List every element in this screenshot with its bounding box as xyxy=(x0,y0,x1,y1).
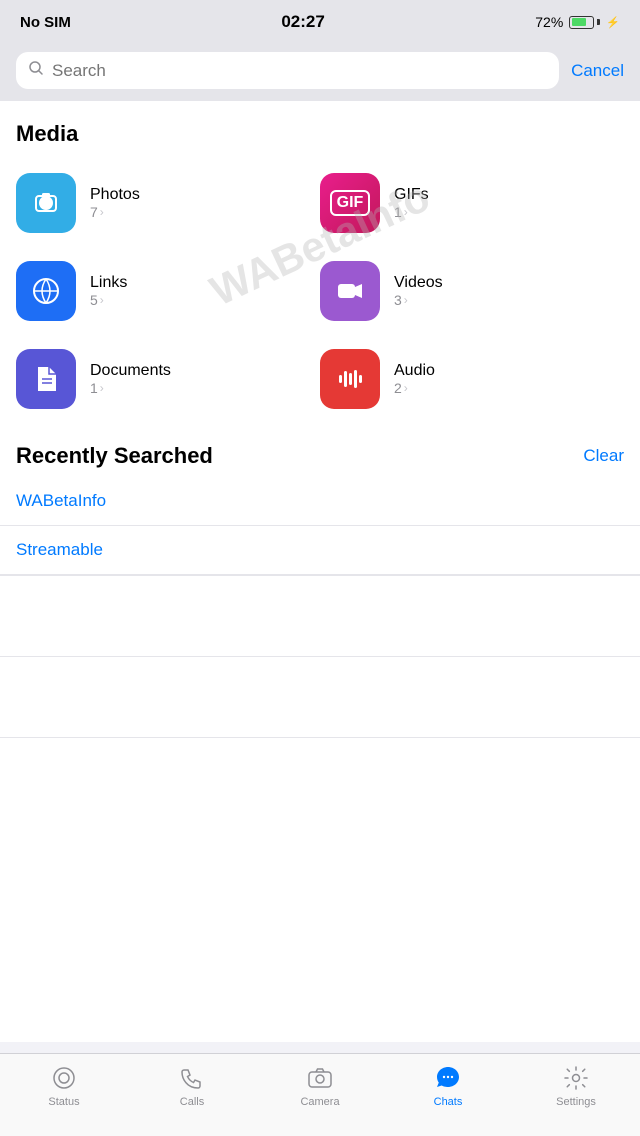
settings-tab-icon xyxy=(562,1064,590,1092)
time-label: 02:27 xyxy=(281,12,324,32)
links-icon xyxy=(16,261,76,321)
tab-item-calls[interactable]: Calls xyxy=(128,1064,256,1108)
main-content: WABetaInfo Media Photos 7 › GIF GIFs 1 › xyxy=(0,101,640,1042)
recent-search-streamable[interactable]: Streamable xyxy=(0,526,640,575)
media-item-videos[interactable]: Videos 3 › xyxy=(320,247,624,335)
search-input[interactable] xyxy=(52,61,547,81)
gifs-label: GIFs xyxy=(394,186,429,204)
chats-tab-icon xyxy=(434,1064,462,1092)
documents-info: Documents 1 › xyxy=(90,362,171,396)
calls-tab-icon xyxy=(178,1064,206,1092)
cancel-button[interactable]: Cancel xyxy=(571,61,624,81)
audio-info: Audio 2 › xyxy=(394,362,435,396)
divider-3 xyxy=(0,737,640,738)
videos-count: 3 › xyxy=(394,292,443,308)
search-bar-container: Cancel xyxy=(0,44,640,101)
audio-label: Audio xyxy=(394,362,435,380)
battery-percent: 72% xyxy=(535,14,563,30)
camera-tab-label: Camera xyxy=(300,1096,339,1108)
links-label: Links xyxy=(90,274,127,292)
media-grid: Photos 7 › GIF GIFs 1 › Links 5 › xyxy=(0,159,640,423)
links-count: 5 › xyxy=(90,292,127,308)
charging-bolt-icon: ⚡ xyxy=(606,16,620,29)
recent-search-wabetainfo[interactable]: WABetaInfo xyxy=(0,477,640,526)
search-input-wrapper[interactable] xyxy=(16,52,559,89)
camera-tab-icon xyxy=(306,1064,334,1092)
clear-button[interactable]: Clear xyxy=(583,446,624,466)
tab-item-chats[interactable]: Chats xyxy=(384,1064,512,1108)
photos-info: Photos 7 › xyxy=(90,186,140,220)
gifs-icon: GIF xyxy=(320,173,380,233)
status-tab-icon xyxy=(50,1064,78,1092)
empty-space-2 xyxy=(0,657,640,737)
status-tab-label: Status xyxy=(48,1096,79,1108)
status-bar: No SIM 02:27 72% ⚡ xyxy=(0,0,640,44)
documents-label: Documents xyxy=(90,362,171,380)
media-item-audio[interactable]: Audio 2 › xyxy=(320,335,624,423)
gifs-count: 1 › xyxy=(394,204,429,220)
calls-tab-label: Calls xyxy=(180,1096,204,1108)
audio-icon xyxy=(320,349,380,409)
photos-icon xyxy=(16,173,76,233)
recently-searched-title: Recently Searched xyxy=(16,443,213,469)
media-item-gifs[interactable]: GIF GIFs 1 › xyxy=(320,159,624,247)
tab-bar: Status Calls Camera Chats Setting xyxy=(0,1053,640,1136)
photos-count: 7 › xyxy=(90,204,140,220)
videos-label: Videos xyxy=(394,274,443,292)
empty-space-1 xyxy=(0,576,640,656)
media-item-documents[interactable]: Documents 1 › xyxy=(16,335,320,423)
videos-info: Videos 3 › xyxy=(394,274,443,308)
status-right: 72% ⚡ xyxy=(535,14,620,30)
media-item-links[interactable]: Links 5 › xyxy=(16,247,320,335)
documents-count: 1 › xyxy=(90,380,171,396)
search-icon xyxy=(28,60,44,81)
documents-icon xyxy=(16,349,76,409)
media-section-title: Media xyxy=(0,101,640,159)
settings-tab-label: Settings xyxy=(556,1096,596,1108)
chats-tab-label: Chats xyxy=(434,1096,463,1108)
videos-icon xyxy=(320,261,380,321)
battery-icon xyxy=(569,16,600,29)
recently-searched-header: Recently Searched Clear xyxy=(0,423,640,477)
links-info: Links 5 › xyxy=(90,274,127,308)
tab-item-settings[interactable]: Settings xyxy=(512,1064,640,1108)
gifs-info: GIFs 1 › xyxy=(394,186,429,220)
media-item-photos[interactable]: Photos 7 › xyxy=(16,159,320,247)
audio-count: 2 › xyxy=(394,380,435,396)
carrier-label: No SIM xyxy=(20,14,71,31)
photos-label: Photos xyxy=(90,186,140,204)
tab-item-camera[interactable]: Camera xyxy=(256,1064,384,1108)
tab-item-status[interactable]: Status xyxy=(0,1064,128,1108)
